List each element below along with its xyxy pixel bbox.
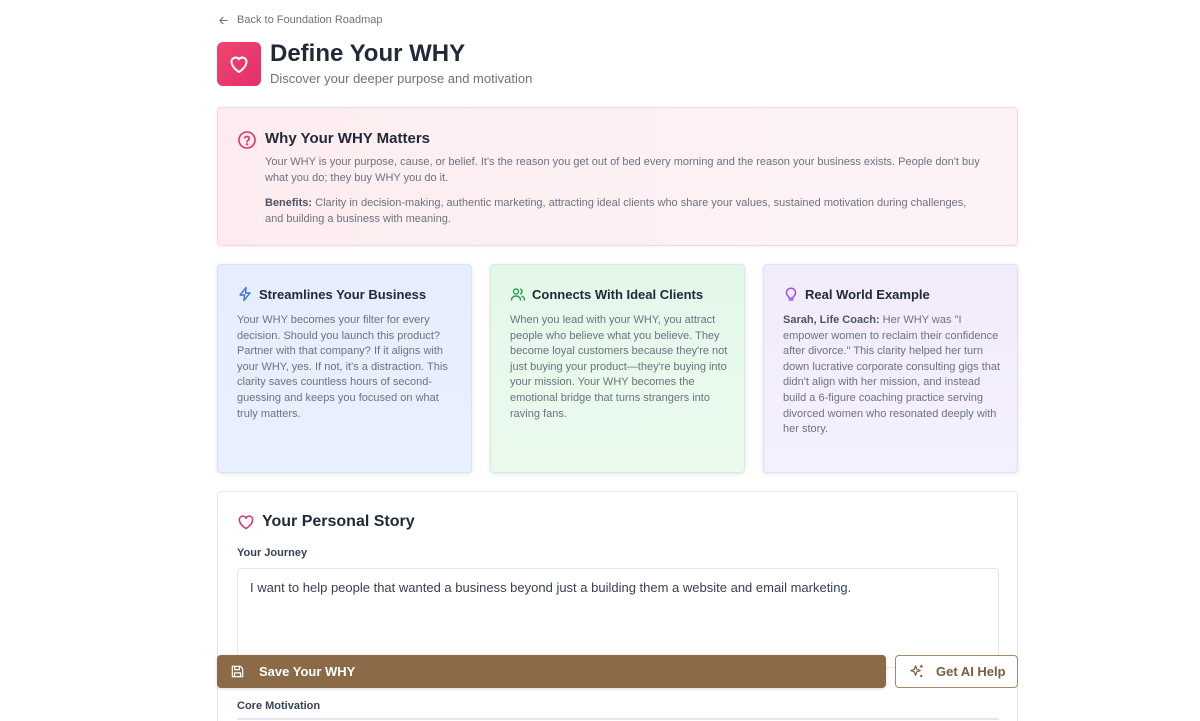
help-circle-icon	[238, 131, 256, 149]
example-name: Sarah, Life Coach:	[783, 314, 880, 326]
page: Back to Foundation Roadmap Define Your W…	[0, 0, 1200, 721]
why-matters-benefits: Benefits: Clarity in decision-making, au…	[265, 195, 985, 227]
card-connects: Connects With Ideal Clients When you lea…	[490, 264, 745, 473]
card-body: Sarah, Life Coach: Her WHY was "I empowe…	[783, 313, 1003, 438]
lightning-icon	[239, 286, 251, 302]
back-link[interactable]: Back to Foundation Roadmap	[218, 14, 383, 26]
example-text: Her WHY was "I empower women to reclaim …	[783, 314, 1001, 436]
page-title: Define Your WHY	[270, 40, 466, 67]
why-matters-title: Why Your WHY Matters	[265, 130, 431, 147]
card-example: Real World Example Sarah, Life Coach: He…	[763, 264, 1018, 473]
card-streamlines: Streamlines Your Business Your WHY becom…	[217, 264, 472, 473]
heart-outline-icon	[238, 515, 254, 530]
benefits-label: Benefits:	[265, 197, 313, 209]
page-header: Define Your WHY Discover your deeper pur…	[217, 40, 533, 86]
benefits-text: Clarity in decision-making, authentic ma…	[265, 197, 967, 225]
card-title: Real World Example	[805, 287, 930, 302]
why-matters-text: Your WHY is your purpose, cause, or beli…	[265, 156, 980, 184]
page-subtitle: Discover your deeper purpose and motivat…	[270, 71, 533, 86]
card-body: When you lead with your WHY, you attract…	[510, 314, 728, 420]
core-motivation-field[interactable]	[237, 718, 999, 720]
back-link-label: Back to Foundation Roadmap	[237, 14, 383, 26]
why-matters-panel: Why Your WHY Matters Your WHY is your pu…	[217, 107, 1018, 246]
journey-textarea[interactable]: I want to help people that wanted a busi…	[237, 568, 999, 668]
get-ai-help-label: Get AI Help	[936, 664, 1006, 679]
card-body: Your WHY becomes your filter for every d…	[237, 314, 448, 420]
save-why-button[interactable]: Save Your WHY	[217, 655, 886, 688]
arrow-left-icon	[219, 16, 228, 24]
journey-label: Your Journey	[237, 547, 308, 559]
card-title: Connects With Ideal Clients	[532, 287, 704, 302]
users-icon	[510, 288, 526, 301]
heart-icon	[217, 42, 261, 86]
card-title: Streamlines Your Business	[259, 287, 427, 302]
save-icon	[231, 665, 244, 678]
get-ai-help-button[interactable]: Get AI Help	[895, 655, 1018, 688]
save-why-label: Save Your WHY	[259, 664, 356, 679]
lightbulb-icon	[785, 287, 797, 301]
core-motivation-label: Core Motivation	[237, 700, 321, 712]
story-title: Your Personal Story	[262, 513, 415, 530]
sparkles-icon	[910, 664, 923, 678]
